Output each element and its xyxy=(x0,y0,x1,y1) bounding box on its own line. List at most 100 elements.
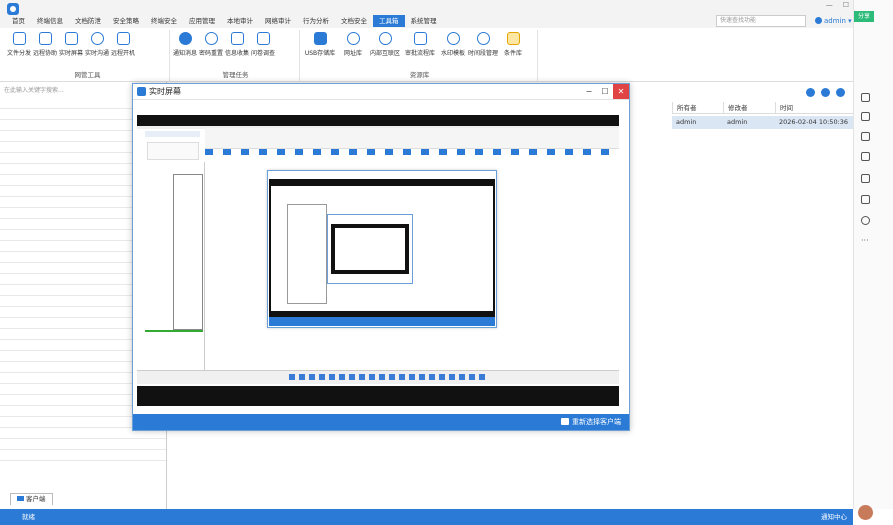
tool-button[interactable]: 实时屏幕 xyxy=(58,30,84,66)
realtime-screen-dialog: 实时屏幕 − ☐ ✕ 重新选择客户端 xyxy=(132,83,630,431)
cell-time: 2026-02-04 10:50:36 xyxy=(779,118,849,126)
notification-center-link[interactable]: 通知中心 xyxy=(821,509,847,525)
tool-icon xyxy=(204,32,218,45)
minimize-icon[interactable]: — xyxy=(826,1,833,9)
maximize-icon[interactable]: ☐ xyxy=(597,84,613,99)
tool-label: 水印模板 xyxy=(440,50,465,57)
menu-item[interactable]: 应用管理 xyxy=(183,15,221,27)
tool-icon xyxy=(64,32,78,45)
tool-label: 内部互联区 xyxy=(369,50,400,57)
cell-owner: admin xyxy=(676,118,697,126)
tool-icon xyxy=(230,32,244,45)
tool-icon xyxy=(90,32,104,45)
scissors-icon[interactable] xyxy=(861,152,870,161)
tool-icon xyxy=(378,32,392,45)
tool-button[interactable]: 条件库 xyxy=(498,30,528,66)
main-menu: 首页 终端信息 文档防泄 安全策略 终端安全 应用管理 本地审计 网络审计 行为分析 文档安全 工具… xyxy=(6,15,443,27)
group-network-tools: 文件分发 远程协助 实时屏幕 实时沟通 远程开机 网管工具 xyxy=(6,30,170,82)
close-icon[interactable]: ✕ xyxy=(613,84,629,99)
table-row[interactable]: admin admin 2026-02-04 10:50:36 xyxy=(672,116,853,129)
group-resource-library: USB存储库 网址库 内部互联区 审批流程库 水印模板 时间段管理 条件库 资源库 xyxy=(302,30,538,82)
tool-button[interactable]: 远程协助 xyxy=(32,30,58,66)
crop-icon[interactable] xyxy=(861,132,870,141)
title-bar: — ☐ 首页 终端信息 文档防泄 安全策略 终端安全 应用管理 本地审计 网络审计 行为分析 文档… xyxy=(0,0,853,28)
tool-button[interactable]: 审批流程库 xyxy=(402,30,438,66)
menu-item[interactable]: 系统管理 xyxy=(405,15,443,27)
tool-button[interactable]: 实时沟通 xyxy=(84,30,110,66)
tool-label: 远程开机 xyxy=(110,50,135,57)
help-icon[interactable] xyxy=(861,216,870,225)
tool-label: 通知消息 xyxy=(172,50,197,57)
search-input[interactable]: 快速查找功能 xyxy=(716,15,806,27)
chat-icon[interactable] xyxy=(861,112,870,121)
group-label: 网管工具 xyxy=(74,71,101,79)
tool-label: USB存储库 xyxy=(304,50,336,57)
tool-icon xyxy=(12,32,26,45)
tab-clients[interactable]: 客户端 xyxy=(10,493,53,505)
user-name: admin xyxy=(824,17,846,25)
ribbon-toolbar: 文件分发 远程协助 实时屏幕 实时沟通 远程开机 网管工具 通知消息 密码重置 信息收集 问卷… xyxy=(0,28,853,82)
group-management-tasks: 通知消息 密码重置 信息收集 问卷调查 管理任务 xyxy=(172,30,300,82)
cell-modifier: admin xyxy=(727,118,748,126)
menu-item[interactable]: 安全策略 xyxy=(107,15,145,27)
menu-item[interactable]: 工具箱 xyxy=(373,15,405,27)
tool-icon xyxy=(446,32,460,45)
dialog-title-bar[interactable]: 实时屏幕 − ☐ ✕ xyxy=(133,84,629,100)
tool-button[interactable]: 时间段管理 xyxy=(468,30,498,66)
column-owner[interactable]: 所有者 xyxy=(672,102,723,113)
remote-screen-view[interactable] xyxy=(137,115,619,406)
tool-button[interactable]: 网址库 xyxy=(338,30,368,66)
more-icon[interactable]: ··· xyxy=(861,237,870,247)
translate-icon[interactable] xyxy=(861,93,870,102)
tool-label: 实时屏幕 xyxy=(58,50,83,57)
tool-button[interactable]: 远程开机 xyxy=(110,30,136,66)
tool-button[interactable]: USB存储库 xyxy=(302,30,338,66)
tool-icon xyxy=(256,32,270,45)
tool-button[interactable]: 文件分发 xyxy=(6,30,32,66)
tool-button[interactable]: 问卷调查 xyxy=(250,30,276,66)
book-icon[interactable] xyxy=(861,195,870,204)
dialog-title: 实时屏幕 xyxy=(149,87,181,96)
settings-icon[interactable] xyxy=(806,88,815,97)
refresh-icon[interactable] xyxy=(836,88,845,97)
menu-item[interactable]: 终端信息 xyxy=(31,15,69,27)
column-time[interactable]: 时间 xyxy=(775,102,853,113)
menu-item[interactable]: 文档安全 xyxy=(335,15,373,27)
tool-button[interactable]: 密码重置 xyxy=(198,30,224,66)
share-button[interactable]: 分享 xyxy=(854,11,874,22)
screen-icon xyxy=(137,87,146,96)
tool-icon xyxy=(346,32,360,45)
menu-item[interactable]: 终端安全 xyxy=(145,15,183,27)
tool-label: 问卷调查 xyxy=(250,50,275,57)
tool-label: 文件分发 xyxy=(6,50,31,57)
group-label: 管理任务 xyxy=(222,71,249,79)
tool-button[interactable]: 信息收集 xyxy=(224,30,250,66)
tool-label: 密码重置 xyxy=(198,50,223,57)
maximize-icon[interactable]: ☐ xyxy=(843,1,849,9)
dialog-footer: 重新选择客户端 xyxy=(133,414,629,430)
tool-icon xyxy=(178,32,192,45)
menu-item[interactable]: 首页 xyxy=(6,15,31,27)
tool-button[interactable]: 内部互联区 xyxy=(368,30,402,66)
list-item[interactable] xyxy=(0,439,166,450)
tool-label: 时间段管理 xyxy=(468,50,499,57)
column-modifier[interactable]: 修改者 xyxy=(723,102,775,113)
add-icon[interactable] xyxy=(821,88,830,97)
tool-label: 实时沟通 xyxy=(84,50,109,57)
status-bar: 就绪 通知中心 xyxy=(0,509,853,525)
tool-icon xyxy=(38,32,52,45)
tool-button[interactable]: 通知消息 xyxy=(172,30,198,66)
tool-button[interactable]: 水印模板 xyxy=(438,30,468,66)
remote-desktop-image xyxy=(137,126,619,386)
reselect-client-button[interactable]: 重新选择客户端 xyxy=(561,414,621,430)
avatar[interactable] xyxy=(858,505,873,520)
edit-icon[interactable] xyxy=(861,174,870,183)
menu-item[interactable]: 网络审计 xyxy=(259,15,297,27)
main-toolbar xyxy=(806,88,845,97)
minimize-icon[interactable]: − xyxy=(581,84,597,99)
menu-item[interactable]: 本地审计 xyxy=(221,15,259,27)
list-item[interactable] xyxy=(0,450,166,461)
menu-item[interactable]: 行为分析 xyxy=(297,15,335,27)
user-menu[interactable]: admin ▾ xyxy=(815,15,852,27)
menu-item[interactable]: 文档防泄 xyxy=(69,15,107,27)
